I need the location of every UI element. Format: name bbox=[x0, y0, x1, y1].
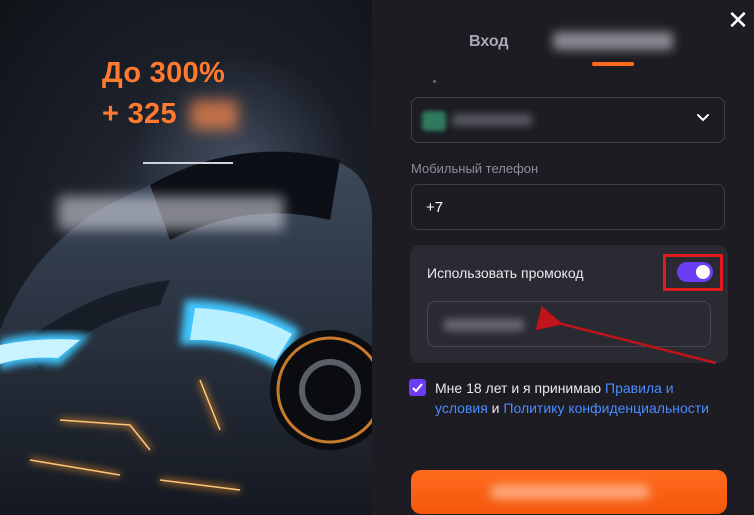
toggle-highlight-box bbox=[663, 254, 723, 291]
country-select[interactable] bbox=[411, 97, 725, 143]
tab-register[interactable] bbox=[553, 30, 673, 52]
register-button[interactable] bbox=[411, 470, 727, 514]
phone-field[interactable] bbox=[411, 184, 725, 230]
promo-subtitle-blurred bbox=[58, 196, 284, 230]
tab-login[interactable]: Вход bbox=[469, 33, 509, 51]
promo-bonus: + 325 bbox=[102, 98, 177, 130]
country-name-blurred bbox=[452, 114, 532, 126]
chevron-down-icon bbox=[696, 110, 710, 129]
close-icon[interactable]: ✕ bbox=[726, 7, 750, 33]
sports-car-image bbox=[0, 151, 372, 515]
age-terms-checkbox[interactable] bbox=[409, 379, 426, 396]
terms-and: и bbox=[487, 400, 504, 416]
promocode-input[interactable] bbox=[427, 301, 711, 347]
promo-bonus-blurred bbox=[190, 100, 238, 130]
privacy-link[interactable]: Политику конфиденциальности bbox=[503, 400, 709, 416]
terms-prefix: Мне 18 лет и я принимаю bbox=[435, 380, 606, 396]
promo-divider bbox=[143, 162, 233, 164]
tab-active-indicator bbox=[592, 62, 634, 66]
phone-label: Мобильный телефон bbox=[411, 161, 539, 176]
promocode-label: Использовать промокод bbox=[427, 265, 584, 281]
promo-banner: До 300% + 325 bbox=[0, 0, 372, 515]
promo-headline: До 300% bbox=[102, 57, 226, 89]
terms-text: Мне 18 лет и я принимаю Правила и услови… bbox=[435, 378, 725, 418]
register-label-blurred bbox=[491, 485, 649, 499]
field-label-dot bbox=[433, 80, 436, 83]
flag-icon bbox=[422, 111, 446, 131]
checkmark-icon bbox=[412, 383, 423, 393]
promocode-value-blurred bbox=[444, 319, 524, 331]
